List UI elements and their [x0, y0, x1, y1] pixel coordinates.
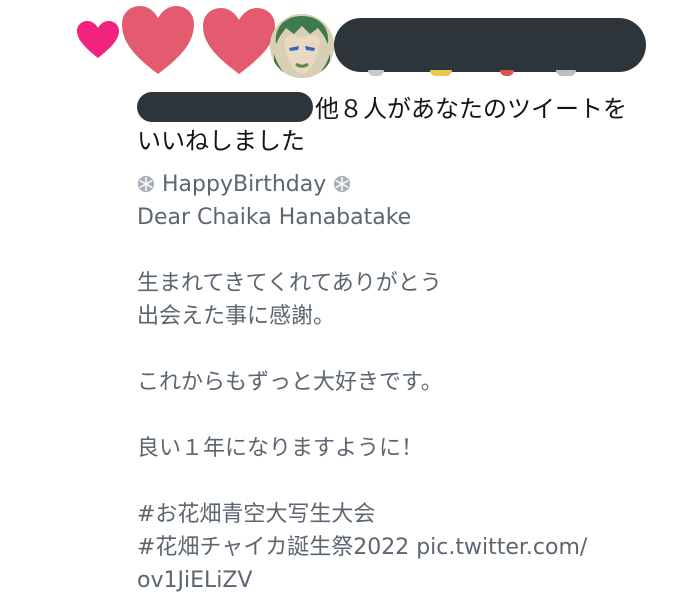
redacted-username: [334, 18, 646, 72]
heart-icon: [120, 4, 196, 76]
hashtag-link[interactable]: #花畑チャイカ誕生祭2022 pic.twitter.com/: [137, 531, 657, 564]
snowflake-icon: [137, 175, 155, 193]
hashtag-link[interactable]: #お花畑青空大写生大会: [137, 498, 657, 531]
notice-suffix: 他８人があなたのツイートを: [315, 95, 627, 123]
tweet-line: Dear Chaika Hanabatake: [137, 205, 412, 230]
tweet-line: これからもずっと大好きです。: [137, 370, 443, 395]
tweet-line: 生まれてきてくれてありがとう: [137, 271, 442, 296]
tweet-body[interactable]: HappyBirthday Dear Chaika Hanabatake 生まれ…: [137, 168, 657, 597]
avatar[interactable]: [270, 14, 334, 78]
tweet-line: HappyBirthday: [137, 168, 657, 201]
tweet-line: 出会えた事に感謝。: [137, 304, 336, 329]
partially-hidden-avatars: [360, 70, 620, 80]
redacted-name: [137, 92, 313, 122]
heart-icon: [76, 20, 120, 60]
heart-icon: [201, 6, 277, 76]
tweet-line: 良い１年になりますように！: [137, 436, 424, 461]
snowflake-icon: [333, 175, 351, 193]
notification-screen: 他８人があなたのツイートを いいねしました HappyBirthday Dear…: [0, 0, 680, 601]
like-notification-text: 他８人があなたのツイートを いいねしました: [137, 92, 657, 157]
tweet-line-text: HappyBirthday: [162, 172, 327, 197]
pic-link[interactable]: ov1JiELiZV: [137, 564, 657, 597]
like-notification-header: [0, 0, 680, 92]
notice-line2: いいねしました: [137, 127, 305, 155]
